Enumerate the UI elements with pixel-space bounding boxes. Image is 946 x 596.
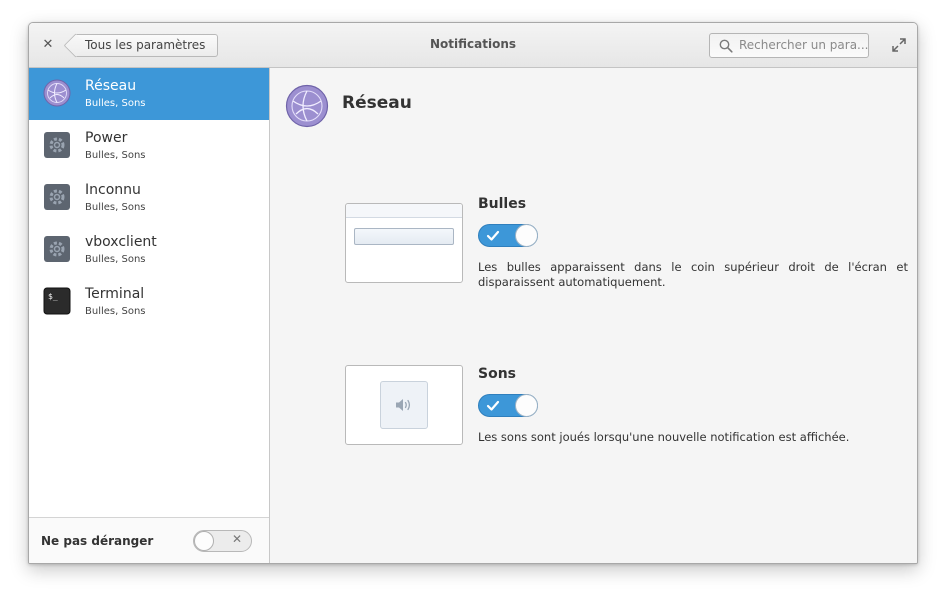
page-title: Réseau — [342, 93, 412, 113]
close-icon: ✕ — [231, 532, 242, 546]
speaker-box — [380, 381, 428, 429]
header-bar: ✕ Tous les paramètres Notifications Rech… — [29, 23, 917, 68]
sidebar-item-terminal[interactable]: $_ Terminal Bulles, Sons — [29, 276, 269, 328]
do-not-disturb-bar: Ne pas déranger ✕ — [29, 517, 269, 563]
preview-bubble — [354, 228, 454, 245]
app-name: vboxclient — [85, 234, 157, 250]
speaker-icon — [396, 399, 411, 411]
sounds-switch[interactable] — [478, 394, 538, 417]
sidebar-item-vboxclient[interactable]: vboxclient Bulles, Sons — [29, 224, 269, 276]
app-subtitle: Bulles, Sons — [85, 150, 146, 161]
gear-icon — [44, 132, 70, 158]
sounds-title: Sons — [478, 366, 517, 382]
do-not-disturb-switch[interactable]: ✕ — [193, 530, 252, 552]
bubbles-preview — [345, 203, 463, 283]
gear-icon — [44, 236, 70, 262]
app-settings-panel: Réseau Bulles Les bulles apparaissent da… — [271, 68, 917, 563]
app-name: Réseau — [85, 78, 137, 94]
sidebar-item-reseau[interactable]: Réseau Bulles, Sons — [29, 68, 269, 120]
app-name: Terminal — [85, 286, 145, 302]
network-globe-icon — [285, 84, 329, 128]
network-globe-icon — [43, 79, 71, 107]
app-subtitle: Bulles, Sons — [85, 254, 146, 265]
gear-icon — [44, 184, 70, 210]
switch-knob — [194, 531, 214, 551]
app-subtitle: Bulles, Sons — [85, 98, 146, 109]
bubbles-title: Bulles — [478, 196, 527, 212]
search-icon — [719, 39, 733, 53]
terminal-icon: $_ — [43, 287, 71, 315]
bubbles-description: Les bulles apparaissent dans le coin sup… — [478, 260, 908, 289]
sidebar-item-inconnu[interactable]: Inconnu Bulles, Sons — [29, 172, 269, 224]
bubbles-switch[interactable] — [478, 224, 538, 247]
settings-window: ✕ Tous les paramètres Notifications Rech… — [28, 22, 918, 564]
maximize-icon[interactable] — [891, 37, 907, 53]
app-subtitle: Bulles, Sons — [85, 202, 146, 213]
switch-knob — [515, 394, 538, 417]
do-not-disturb-label: Ne pas déranger — [41, 534, 154, 548]
preview-topbar — [346, 204, 462, 218]
app-name: Inconnu — [85, 182, 141, 198]
checkmark-icon — [486, 230, 500, 241]
sidebar-item-power[interactable]: Power Bulles, Sons — [29, 120, 269, 172]
search-input[interactable]: Rechercher un para... — [709, 33, 869, 58]
app-list-sidebar: Réseau Bulles, Sons Power Bulles, Sons I… — [29, 68, 270, 563]
checkmark-icon — [486, 400, 500, 411]
app-subtitle: Bulles, Sons — [85, 306, 146, 317]
sounds-description: Les sons sont joués lorsqu'une nouvelle … — [478, 430, 850, 444]
switch-knob — [515, 224, 538, 247]
search-placeholder: Rechercher un para... — [739, 38, 869, 52]
app-name: Power — [85, 130, 128, 146]
svg-text:$_: $_ — [48, 292, 58, 301]
sounds-preview — [345, 365, 463, 445]
